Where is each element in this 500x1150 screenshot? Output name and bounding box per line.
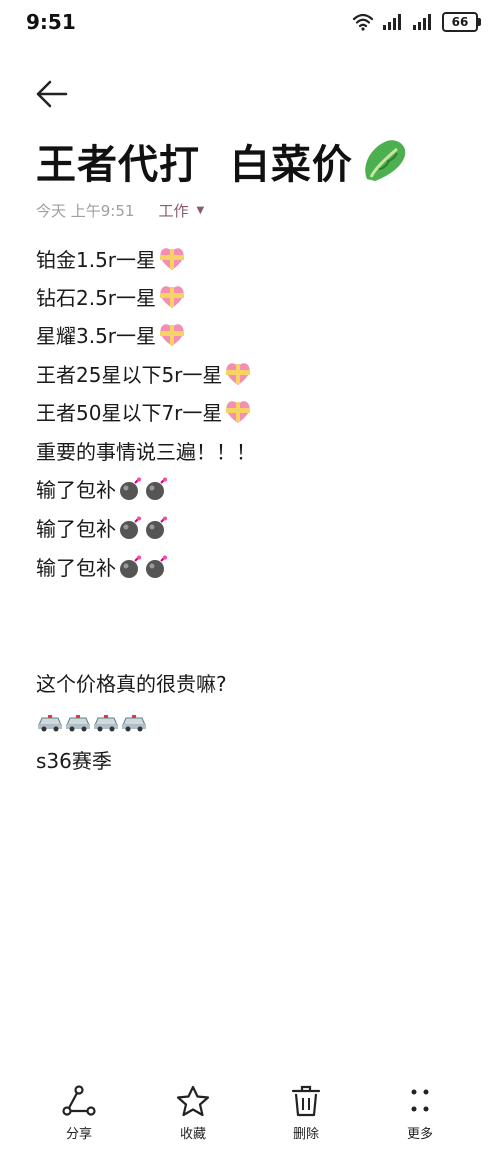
note-line-text: 星耀3.5r一星	[36, 324, 157, 348]
note-line: 铂金1.5r一星	[36, 244, 186, 273]
note-line: 星耀3.5r一星	[36, 320, 186, 349]
status-time: 9:51	[26, 10, 76, 34]
note-line-text: 重要的事情说三遍！！！	[36, 440, 256, 464]
battery-icon: 66	[442, 12, 481, 32]
police-car-icon	[122, 715, 146, 732]
back-button[interactable]	[34, 78, 74, 114]
note-date: 今天 上午9:51	[36, 202, 135, 220]
note-line-text: 输了包补	[36, 517, 116, 541]
caret-down-icon: ▼	[196, 205, 205, 216]
arrow-left-icon	[36, 80, 68, 108]
share-icon	[62, 1085, 96, 1116]
heart-ribbon-icon	[160, 323, 185, 346]
delete-button[interactable]: 删除	[266, 1085, 346, 1142]
note-line-text: 王者25星以下5r一星	[36, 363, 223, 387]
bottom-toolbar: 分享 收藏 删除 更多	[0, 1085, 500, 1150]
note-page: 9:51 66 王者代打 白菜价 今天 上午9:51 工作 ▼ 铂金1.5r一星…	[0, 0, 500, 1150]
note-line: 输了包补	[36, 552, 168, 581]
note-line-text: 钻石2.5r一星	[36, 286, 157, 310]
note-line: 输了包补	[36, 474, 168, 503]
note-line-text: 王者50星以下7r一星	[36, 401, 223, 425]
battery-level: 66	[451, 15, 469, 29]
share-button[interactable]: 分享	[39, 1085, 119, 1142]
status-bar: 9:51 66	[0, 0, 500, 46]
folder-label: 工作	[158, 202, 189, 220]
trash-icon	[291, 1085, 321, 1117]
star-icon	[176, 1085, 210, 1117]
note-line: 重要的事情说三遍！！！	[36, 436, 256, 465]
note-season-text: s36赛季	[36, 749, 112, 773]
favorite-label: 收藏	[179, 1127, 206, 1142]
note-line: 王者50星以下7r一星	[36, 397, 252, 426]
heart-ribbon-icon	[160, 247, 185, 270]
note-meta: 今天 上午9:51 工作 ▼	[36, 200, 204, 221]
signal-icon	[413, 14, 431, 30]
note-question: 这个价格真的很贵嘛?	[36, 668, 227, 697]
lettuce-icon	[365, 140, 406, 181]
note-line: 输了包补	[36, 513, 168, 542]
wifi-icon	[352, 13, 374, 31]
note-line-text: 输了包补	[36, 478, 116, 502]
delete-label: 删除	[292, 1127, 319, 1142]
status-icons: 66	[352, 12, 481, 32]
note-line-text: 铂金1.5r一星	[36, 248, 157, 272]
bomb-icon	[146, 516, 167, 539]
note-title-text: 王者代打 白菜价	[36, 142, 353, 188]
police-car-icon	[38, 715, 62, 732]
bomb-icon	[120, 516, 141, 539]
heart-ribbon-icon	[226, 362, 251, 385]
note-line: 钻石2.5r一星	[36, 282, 186, 311]
signal-icon	[383, 14, 401, 30]
share-label: 分享	[65, 1127, 92, 1142]
police-car-icon	[66, 715, 90, 732]
folder-select[interactable]: 工作 ▼	[158, 200, 204, 221]
bomb-icon	[120, 477, 141, 500]
favorite-button[interactable]: 收藏	[153, 1085, 233, 1142]
more-button[interactable]: 更多	[380, 1085, 460, 1142]
bomb-icon	[146, 477, 167, 500]
police-car-icon	[94, 715, 118, 732]
note-title: 王者代打 白菜价	[36, 132, 409, 190]
note-season: s36赛季	[36, 745, 112, 774]
heart-ribbon-icon	[160, 285, 185, 308]
more-dots-icon	[411, 1089, 429, 1112]
bomb-icon	[120, 555, 141, 578]
note-cars	[36, 712, 148, 732]
note-question-text: 这个价格真的很贵嘛?	[36, 672, 227, 696]
note-line: 王者25星以下5r一星	[36, 359, 252, 388]
heart-ribbon-icon	[226, 400, 251, 423]
note-line-text: 输了包补	[36, 556, 116, 580]
bomb-icon	[146, 555, 167, 578]
more-label: 更多	[406, 1127, 433, 1142]
